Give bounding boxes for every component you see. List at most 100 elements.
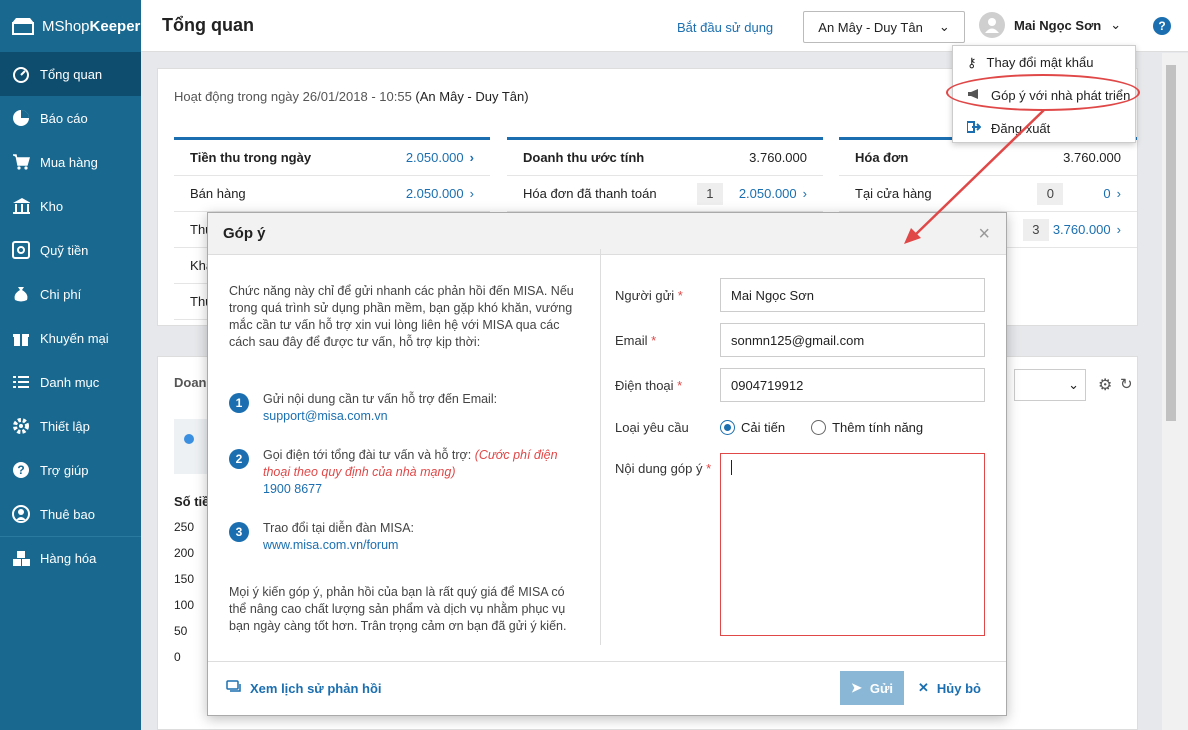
card-value: 3.760.000: [1063, 150, 1121, 165]
y-tick: 150: [174, 572, 195, 586]
email-label: Email *: [615, 333, 720, 348]
sidebar-item-khuyen-mai[interactable]: Khuyến mại: [0, 316, 141, 360]
legend-dot-icon: [184, 434, 194, 444]
refresh-icon[interactable]: ↻: [1120, 375, 1133, 393]
row-value: 2.050.000: [405, 186, 464, 201]
modal-title: Góp ý: [223, 225, 266, 242]
required-mark: *: [677, 287, 683, 303]
phone-row: Điện thoại * 0904719912: [615, 368, 995, 402]
card-title: Hóa đơn: [855, 150, 909, 165]
sender-input[interactable]: Mai Ngọc Sơn: [720, 278, 985, 312]
sender-row: Người gửi * Mai Ngọc Sơn: [615, 278, 995, 312]
contact-step: 3 Trao đổi tại diễn đàn MISA: www.misa.co…: [229, 520, 579, 554]
period-select[interactable]: ⌄: [1014, 369, 1086, 401]
sidebar-item-label: Thiết lập: [40, 418, 90, 434]
hotline-link[interactable]: 1900 8677: [263, 481, 579, 498]
step-number: 2: [229, 449, 249, 469]
chevron-right-icon: ›: [1116, 222, 1121, 237]
menu-item-logout[interactable]: Đăng xuất: [953, 112, 1135, 145]
close-icon[interactable]: ×: [978, 223, 990, 246]
content-row: Nội dung góp ý *: [615, 453, 995, 636]
card-header[interactable]: Tiền thu trong ngày 2.050.000 ›: [174, 140, 490, 176]
sender-label: Người gửi *: [615, 288, 720, 303]
avatar: [979, 12, 1005, 38]
email-field[interactable]: sonmn125@gmail.com: [720, 323, 985, 357]
y-axis-ticks: 250 200 150 100 50 0: [174, 520, 194, 676]
step-text: Gửi nội dung cần tư vấn hỗ trợ đến Email…: [263, 392, 498, 406]
help-icon[interactable]: ?: [1153, 17, 1171, 35]
sidebar-item-bao-cao[interactable]: Báo cáo: [0, 96, 141, 140]
store-select[interactable]: An Mây - Duy Tân ⌄: [803, 11, 965, 43]
y-axis-label: Số tiề: [174, 494, 210, 509]
radio-checked-icon: [720, 420, 735, 435]
y-tick: 100: [174, 598, 195, 612]
close-icon: ✕: [918, 680, 929, 695]
required-mark: *: [651, 332, 657, 348]
sidebar-item-tro-giup[interactable]: ? Trợ giúp: [0, 448, 141, 492]
user-menu[interactable]: Mai Ngọc Sơn ⌄: [979, 12, 1121, 38]
sidebar-item-label: Danh mục: [40, 374, 100, 390]
card-value: 3.760.000: [749, 150, 807, 165]
scrollbar-thumb[interactable]: [1166, 65, 1176, 421]
card-row[interactable]: Hóa đơn đã thanh toán 1 2.050.000 ›: [507, 176, 823, 212]
sidebar-item-danh-muc[interactable]: Danh mục: [0, 360, 141, 404]
sidebar-item-chi-phi[interactable]: Chi phí: [0, 272, 141, 316]
gear-icon: [12, 417, 30, 435]
app-logo[interactable]: MShopKeeper: [0, 0, 141, 52]
start-using-link[interactable]: Bắt đầu sử dụng: [677, 20, 773, 35]
feedback-modal: Góp ý × Chức năng này chỉ để gửi nhanh c…: [207, 212, 1007, 716]
phone-field[interactable]: 0904719912: [720, 368, 985, 402]
chevron-down-icon: ⌄: [938, 19, 950, 34]
request-type-row: Loại yêu cầu Cải tiến Thêm tính năng: [615, 420, 995, 435]
row-label: Hóa đơn đã thanh toán: [523, 186, 657, 201]
sidebar-item-kho[interactable]: Kho: [0, 184, 141, 228]
modal-divider: [600, 249, 601, 645]
content-textarea[interactable]: [720, 453, 985, 636]
user-icon: [12, 505, 30, 523]
send-button[interactable]: ➤ Gửi: [840, 671, 904, 705]
sender-label-text: Người gửi: [615, 287, 675, 303]
sidebar-item-thue-bao[interactable]: Thuê bao: [0, 492, 141, 536]
sidebar-item-thiet-lap[interactable]: Thiết lập: [0, 404, 141, 448]
sidebar-item-hang-hoa[interactable]: Hàng hóa: [0, 536, 141, 580]
row-label: Bán hàng: [190, 186, 246, 201]
cancel-button[interactable]: ✕ Hủy bỏ: [918, 680, 981, 696]
user-name: Mai Ngọc Sơn: [1014, 17, 1102, 33]
radio-new-feature[interactable]: Thêm tính năng: [811, 420, 923, 435]
sidebar-item-quy-tien[interactable]: Quỹ tiền: [0, 228, 141, 272]
email-row: Email * sonmn125@gmail.com: [615, 323, 995, 357]
email-link[interactable]: support@misa.com.vn: [263, 408, 497, 425]
page-scrollbar[interactable]: [1162, 53, 1188, 730]
phone-label-text: Điện thoại: [615, 377, 674, 393]
list-icon: [12, 373, 30, 391]
chevron-down-icon: ⌄: [1110, 17, 1122, 32]
boxes-icon: [12, 550, 30, 568]
card-row[interactable]: Tại cửa hàng 0 0 ›: [839, 176, 1137, 212]
warehouse-icon: [12, 197, 30, 215]
radio-improvement[interactable]: Cải tiến: [720, 420, 785, 435]
count-badge: 3: [1022, 218, 1049, 241]
gear-icon[interactable]: ⚙: [1098, 375, 1112, 395]
card-value: 2.050.000: [405, 150, 464, 165]
y-tick: 200: [174, 546, 195, 560]
speedometer-icon: [12, 65, 30, 83]
email-label-text: Email: [615, 332, 648, 348]
forum-link[interactable]: www.misa.com.vn/forum: [263, 537, 414, 554]
content-label-text: Nội dung góp ý: [615, 461, 703, 476]
step-text: Gọi điện tới tổng đài tư vấn và hỗ trợ:: [263, 448, 472, 462]
feedback-history-link[interactable]: Xem lịch sử phản hồi: [226, 680, 382, 696]
count-badge: 0: [1037, 182, 1064, 205]
card-row[interactable]: Bán hàng 2.050.000 ›: [174, 176, 490, 212]
sidebar-item-tong-quan[interactable]: Tổng quan: [0, 52, 141, 96]
sidebar-item-label: Báo cáo: [40, 110, 88, 126]
activity-prefix: Hoạt động trong ngày 26/01/2018 - 10:55: [174, 89, 412, 104]
money-bag-icon: [12, 285, 30, 303]
question-icon: ?: [12, 461, 30, 479]
required-mark: *: [677, 377, 683, 393]
sidebar-item-mua-hang[interactable]: Mua hàng: [0, 140, 141, 184]
sidebar-item-label: Quỹ tiền: [40, 242, 89, 258]
required-mark: *: [706, 461, 712, 476]
row-value: 0: [1103, 186, 1111, 201]
sidebar-item-label: Thuê bao: [40, 506, 95, 522]
y-tick: 0: [174, 650, 181, 664]
